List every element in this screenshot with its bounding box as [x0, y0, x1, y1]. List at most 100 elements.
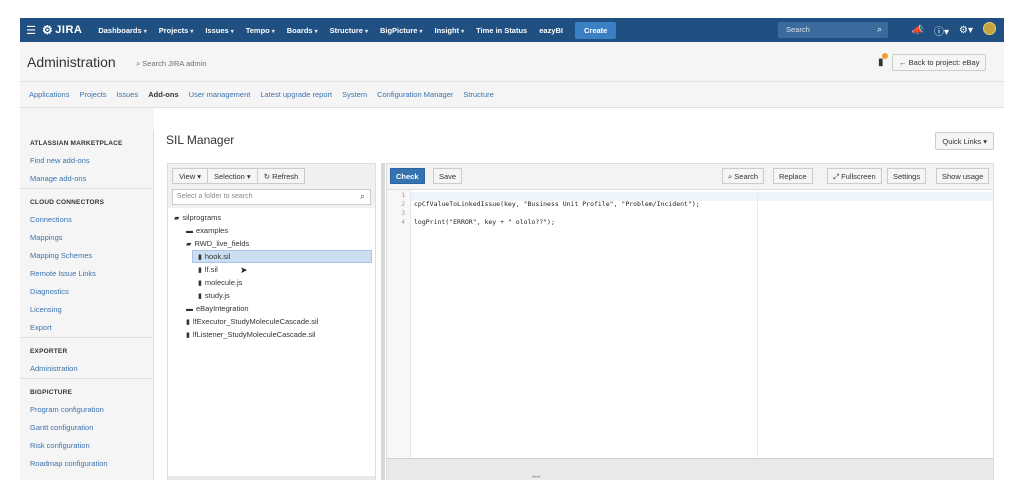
tree-item[interactable]: ▮ molecule.js: [198, 277, 242, 289]
nav-item-label: eazyBI: [539, 25, 563, 35]
tab-projects[interactable]: Projects: [74, 90, 111, 99]
quick-links-label: Quick Links: [942, 137, 982, 146]
print-margin: [757, 190, 758, 458]
tab-applications[interactable]: Applications: [24, 90, 74, 99]
tree-item[interactable]: ▮ lfListener_StudyMoleculeCascade.sil: [186, 329, 315, 341]
nav-item-projects[interactable]: Projects ▾: [153, 26, 200, 35]
sidebar-item-mapping-schemes[interactable]: Mapping Schemes: [20, 247, 153, 265]
replace-button[interactable]: Replace: [773, 168, 813, 184]
sidebar-item-risk-configuration[interactable]: Risk configuration: [20, 437, 153, 455]
tree-item[interactable]: ▮ lfExecutor_StudyMoleculeCascade.sil: [186, 316, 318, 328]
tree-search-placeholder: Select a folder to search: [177, 193, 253, 200]
tab-system[interactable]: System: [337, 90, 372, 99]
save-button[interactable]: Save: [433, 168, 463, 184]
editor-toolbar: Check Save ⌕ Search Replace ⤢ Fullscreen…: [390, 168, 992, 186]
sidebar-item-diagnostics[interactable]: Diagnostics: [20, 283, 153, 301]
settings-gear-icon[interactable]: ⚙▾: [959, 25, 973, 36]
admin-search-link[interactable]: ⌕ Search JIRA admin: [136, 59, 207, 69]
jira-logo-text: JIRA: [55, 24, 83, 36]
user-avatar[interactable]: [983, 22, 996, 38]
nav-item-structure[interactable]: Structure ▾: [324, 26, 374, 35]
tree-item-label: eBayIntegration: [196, 304, 249, 313]
show-usage-button[interactable]: Show usage: [936, 168, 990, 184]
tree-item[interactable]: ▬ examples: [186, 225, 228, 237]
search-icon[interactable]: ⌕: [877, 24, 882, 35]
nav-item-eazybi[interactable]: eazyBI: [533, 26, 569, 35]
nav-item-label: Dashboards: [98, 25, 142, 35]
selection-label: Selection: [213, 172, 245, 181]
nav-item-dashboards[interactable]: Dashboards ▾: [92, 26, 152, 35]
sidebar-item-program-configuration[interactable]: Program configuration: [20, 401, 153, 419]
tree-item[interactable]: ▰ silprograms: [174, 212, 221, 224]
tab-issues[interactable]: Issues: [112, 90, 144, 99]
code-line: cpCfValueToLinkedIssue(key, "Business Un…: [414, 200, 700, 208]
sidebar-item-find-new-add-ons[interactable]: Find new add-ons: [20, 152, 153, 170]
view-dropdown[interactable]: View ▾: [172, 168, 208, 184]
sidebar-heading: BIGPICTURE: [30, 389, 73, 396]
refresh-button[interactable]: ↻ Refresh: [257, 168, 306, 184]
sidebar-section-bigpicture: BIGPICTURE Program configuration Gantt con…: [20, 378, 153, 473]
avatar-icon: [983, 22, 996, 35]
sidebar-item-roadmap-configuration[interactable]: Roadmap configuration: [20, 455, 153, 473]
nav-item-boards[interactable]: Boards ▾: [281, 26, 324, 35]
jira-logo-icon: ⚙: [42, 23, 54, 37]
sidebar-item-manage-add-ons[interactable]: Manage add-ons: [20, 170, 153, 188]
app-switcher-icon[interactable]: ☰: [20, 24, 42, 37]
sidebar-section-atlassian-marketplace: ATLASSIAN MARKETPLACE Find new add-ons Man…: [20, 130, 153, 188]
jira-logo[interactable]: ⚙ JIRA: [42, 23, 82, 37]
nav-item-bigpicture[interactable]: BigPicture ▾: [374, 26, 429, 35]
nav-item-issues[interactable]: Issues ▾: [199, 26, 239, 35]
sidebar-item-licensing[interactable]: Licensing: [20, 301, 153, 319]
check-button[interactable]: Check: [390, 168, 425, 184]
tree-item[interactable]: ▮ study.js: [198, 290, 230, 302]
tree-item[interactable]: ▮ lf.sil: [198, 264, 218, 276]
chevron-down-icon: ▾: [190, 28, 194, 35]
tree-item[interactable]: ▬ eBayIntegration: [186, 303, 249, 315]
sidebar-item-administration[interactable]: Administration: [20, 360, 153, 378]
tree-item[interactable]: ▰ RWD_live_fields: [186, 238, 249, 250]
tab-latest-upgrade-report[interactable]: Latest upgrade report: [255, 90, 337, 99]
tree-item-label: molecule.js: [204, 278, 243, 287]
resize-grip-icon[interactable]: ••••: [532, 475, 540, 480]
file-tree: ➤ ▰ silprograms ▬ examples ▰ RWD_live_fields ▮…: [168, 208, 375, 480]
sidebar-item-gantt-configuration[interactable]: Gantt configuration: [20, 419, 153, 437]
tree-item[interactable]: ▮ hook.sil: [198, 251, 230, 263]
feedback-icon[interactable]: 📣: [912, 25, 924, 36]
nav-item-label: Projects: [158, 25, 189, 35]
tree-item-label: lf.sil: [204, 265, 218, 274]
notification-icon[interactable]: ▮: [878, 53, 888, 68]
nav-item-time-in-status[interactable]: Time in Status: [470, 26, 533, 35]
search-button-label: Search: [734, 172, 759, 181]
sidebar-item-mappings[interactable]: Mappings: [20, 229, 153, 247]
nav-item-tempo[interactable]: Tempo ▾: [240, 26, 281, 35]
back-to-project-button[interactable]: ← Back to project: eBay: [892, 54, 987, 71]
selection-dropdown[interactable]: Selection ▾: [207, 168, 258, 184]
sidebar-item-remote-issue-links[interactable]: Remote Issue Links: [20, 265, 153, 283]
nav-item-label: Boards: [286, 25, 313, 35]
tree-search-input[interactable]: Select a folder to search ⌕: [172, 189, 371, 205]
global-search-input[interactable]: Search ⌕: [778, 22, 888, 38]
panel-splitter[interactable]: [381, 163, 385, 480]
help-icon[interactable]: ⓘ▾: [934, 23, 949, 38]
fullscreen-button[interactable]: ⤢ Fullscreen: [827, 168, 882, 184]
code-editor[interactable]: 1 2 3 4 cpCfValueToLinkedIssue(key, "Busine…: [387, 189, 993, 480]
chevron-down-icon: ▾: [143, 28, 147, 35]
file-icon: ▮: [198, 293, 202, 300]
search-icon[interactable]: ⌕: [360, 191, 365, 202]
tab-add-ons[interactable]: Add-ons: [143, 90, 183, 99]
tab-user-management[interactable]: User management: [184, 90, 256, 99]
tree-scrollbar[interactable]: [168, 476, 375, 480]
search-button[interactable]: ⌕ Search: [722, 168, 765, 184]
nav-item-insight[interactable]: Insight ▾: [429, 26, 471, 35]
create-button[interactable]: Create: [575, 21, 617, 39]
back-to-project-label: Back to project: eBay: [908, 58, 980, 67]
sidebar-item-export[interactable]: Export: [20, 319, 153, 337]
sidebar-item-connections[interactable]: Connections: [20, 211, 153, 229]
quick-links-button[interactable]: Quick Links ▾: [935, 132, 994, 150]
tab-structure[interactable]: Structure: [458, 90, 498, 99]
chevron-down-icon: ▾: [230, 28, 234, 35]
editor-bottom-bar[interactable]: [387, 458, 993, 480]
settings-button[interactable]: Settings: [887, 168, 927, 184]
code-line: logPrint("ERROR", key + " ololo??");: [414, 218, 555, 226]
tab-configuration-manager[interactable]: Configuration Manager: [372, 90, 458, 99]
